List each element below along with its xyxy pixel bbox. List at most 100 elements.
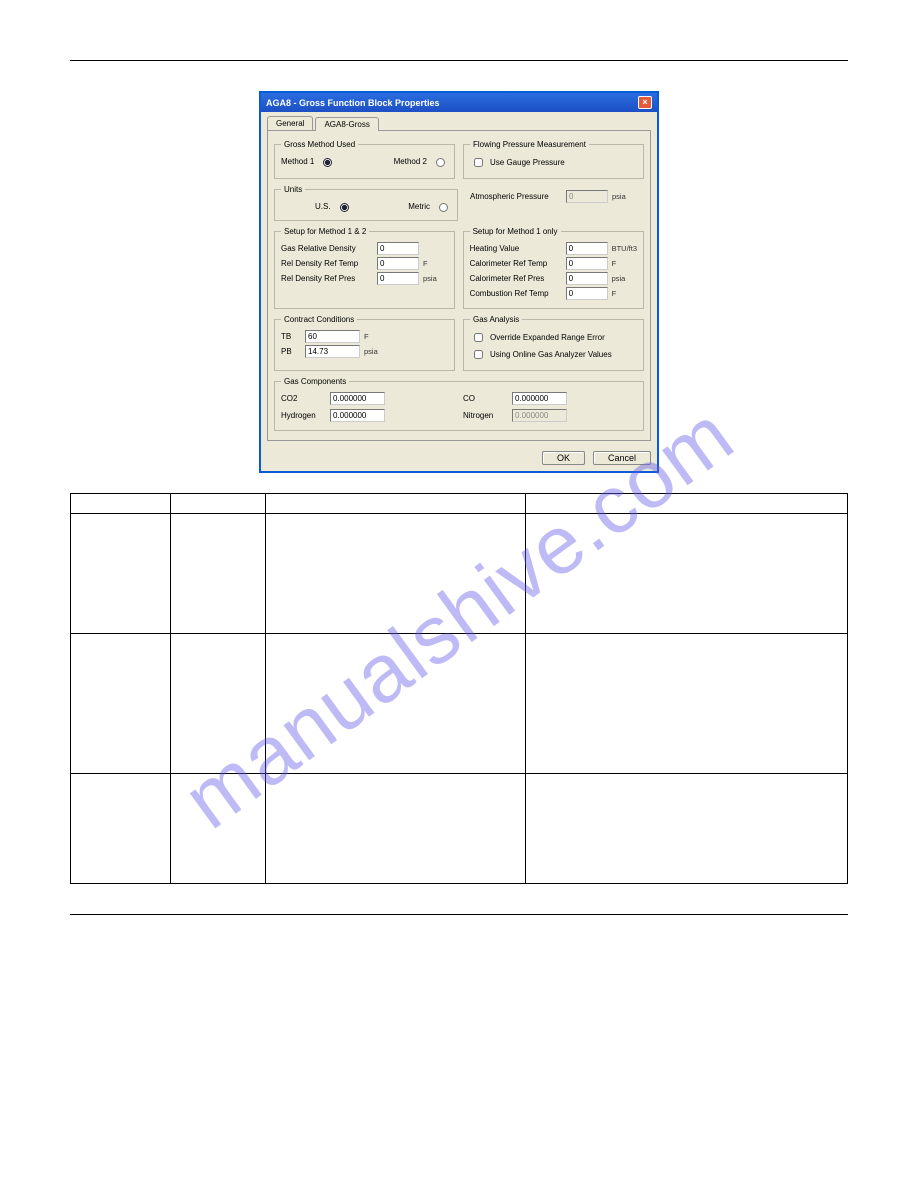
ok-button[interactable]: OK: [542, 451, 585, 465]
comb-temp-input[interactable]: [566, 287, 608, 300]
table-row: [71, 634, 848, 774]
cal-temp-unit: F: [612, 259, 617, 268]
hv-input[interactable]: [566, 242, 608, 255]
td: [171, 774, 266, 884]
group-legend: Setup for Method 1 only: [470, 227, 561, 236]
h2-input[interactable]: [330, 409, 385, 422]
tabstrip: General AGA8-Gross: [261, 112, 657, 130]
group-contract: Contract Conditions TB F PB psia: [274, 315, 455, 371]
cancel-button[interactable]: Cancel: [593, 451, 651, 465]
cal-pres-label: Calorimeter Ref Pres: [470, 274, 562, 283]
cal-temp-label: Calorimeter Ref Temp: [470, 259, 562, 268]
button-row: OK Cancel: [261, 447, 657, 471]
rel-temp-input[interactable]: [377, 257, 419, 270]
top-rule: [70, 60, 848, 61]
pb-input[interactable]: [305, 345, 360, 358]
td: [266, 514, 526, 634]
group-units: Units U.S. Metric: [274, 185, 458, 221]
rel-pres-unit: psia: [423, 274, 437, 283]
rel-temp-unit: F: [423, 259, 428, 268]
group-gas-components: Gas Components CO2 CO Hydrogen: [274, 377, 644, 431]
units-us-radio[interactable]: [340, 203, 349, 212]
tb-unit: F: [364, 332, 369, 341]
n2-input: [512, 409, 567, 422]
override-checkbox[interactable]: [474, 333, 483, 342]
group-flowing-pressure: Flowing Pressure Measurement Use Gauge P…: [463, 140, 644, 179]
window-title: AGA8 - Gross Function Block Properties: [266, 98, 440, 108]
group-setup-12: Setup for Method 1 & 2 Gas Relative Dens…: [274, 227, 455, 309]
close-icon[interactable]: ×: [638, 96, 652, 109]
group-legend: Gross Method Used: [281, 140, 358, 149]
co-label: CO: [463, 394, 508, 403]
co-input[interactable]: [512, 392, 567, 405]
hv-unit: BTU/ft3: [612, 244, 637, 253]
group-legend: Gas Components: [281, 377, 349, 386]
override-label: Override Expanded Range Error: [490, 333, 605, 342]
th: [526, 494, 848, 514]
method2-radio[interactable]: [436, 158, 445, 167]
comb-temp-unit: F: [612, 289, 617, 298]
rel-temp-label: Rel Density Ref Temp: [281, 259, 373, 268]
titlebar: AGA8 - Gross Function Block Properties ×: [261, 93, 657, 112]
td: [266, 634, 526, 774]
th: [266, 494, 526, 514]
hv-label: Heating Value: [470, 244, 562, 253]
dialog-figure: AGA8 - Gross Function Block Properties ×…: [70, 91, 848, 473]
co2-label: CO2: [281, 394, 326, 403]
pb-unit: psia: [364, 347, 378, 356]
group-gross-method: Gross Method Used Method 1 Method 2: [274, 140, 455, 179]
method1-radio[interactable]: [323, 158, 332, 167]
cal-temp-input[interactable]: [566, 257, 608, 270]
tab-aga8-gross[interactable]: AGA8-Gross: [315, 117, 378, 131]
td: [171, 634, 266, 774]
n2-label: Nitrogen: [463, 411, 508, 420]
rel-pres-input[interactable]: [377, 272, 419, 285]
units-metric-label: Metric: [408, 202, 430, 211]
grd-label: Gas Relative Density: [281, 244, 373, 253]
dialog-window: AGA8 - Gross Function Block Properties ×…: [259, 91, 659, 473]
tab-general[interactable]: General: [267, 116, 313, 130]
table-row: [71, 514, 848, 634]
bottom-rule: [70, 914, 848, 915]
table-row: [71, 774, 848, 884]
td: [266, 774, 526, 884]
group-legend: Units: [281, 185, 305, 194]
group-legend: Flowing Pressure Measurement: [470, 140, 589, 149]
units-us-label: U.S.: [315, 202, 331, 211]
tb-label: TB: [281, 332, 301, 341]
td: [171, 514, 266, 634]
td: [526, 514, 848, 634]
method1-label: Method 1: [281, 157, 314, 166]
tb-input[interactable]: [305, 330, 360, 343]
pb-label: PB: [281, 347, 301, 356]
atm-unit: psia: [612, 192, 626, 201]
comb-temp-label: Combustion Ref Temp: [470, 289, 562, 298]
method2-label: Method 2: [394, 157, 427, 166]
rel-pres-label: Rel Density Ref Pres: [281, 274, 373, 283]
atm-pressure-input: [566, 190, 608, 203]
td: [526, 634, 848, 774]
group-legend: Contract Conditions: [281, 315, 357, 324]
group-legend: Gas Analysis: [470, 315, 522, 324]
group-gas-analysis: Gas Analysis Override Expanded Range Err…: [463, 315, 644, 371]
th: [171, 494, 266, 514]
group-setup-1: Setup for Method 1 only Heating Value BT…: [463, 227, 644, 309]
td: [71, 634, 171, 774]
use-gauge-checkbox[interactable]: [474, 158, 483, 167]
td: [71, 774, 171, 884]
parameter-table: [70, 493, 848, 884]
online-checkbox[interactable]: [474, 350, 483, 359]
cal-pres-unit: psia: [612, 274, 626, 283]
tab-panel: Gross Method Used Method 1 Method 2 Flow…: [267, 130, 651, 441]
co2-input[interactable]: [330, 392, 385, 405]
cal-pres-input[interactable]: [566, 272, 608, 285]
atm-pressure-label: Atmospheric Pressure: [470, 192, 562, 201]
h2-label: Hydrogen: [281, 411, 326, 420]
td: [71, 514, 171, 634]
td: [526, 774, 848, 884]
group-legend: Setup for Method 1 & 2: [281, 227, 369, 236]
units-metric-radio[interactable]: [439, 203, 448, 212]
grd-input[interactable]: [377, 242, 419, 255]
table-header-row: [71, 494, 848, 514]
use-gauge-label: Use Gauge Pressure: [490, 158, 565, 167]
